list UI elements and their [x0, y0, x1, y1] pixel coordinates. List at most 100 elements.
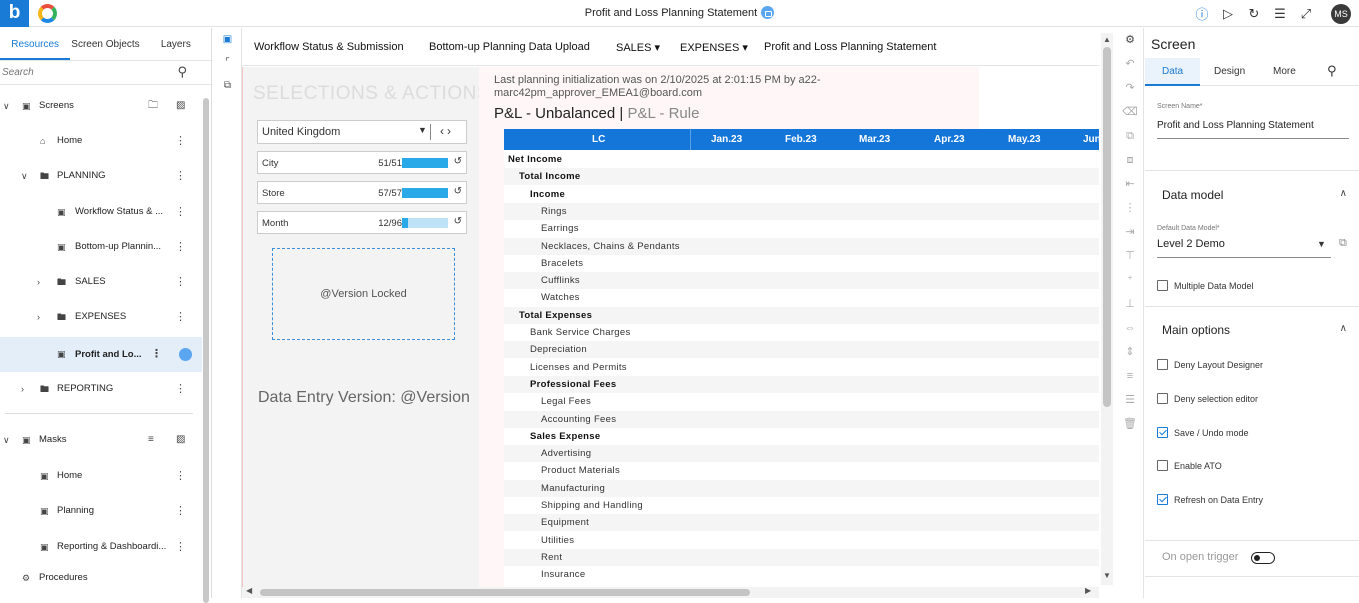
- chevron-up-icon[interactable]: ∧: [1340, 323, 1347, 334]
- data-model-header[interactable]: Data model: [1162, 188, 1223, 202]
- table-row[interactable]: Cufflinks: [504, 272, 1099, 290]
- search-icon[interactable]: ⚲: [177, 64, 187, 80]
- canvas-horizontal-scrollbar[interactable]: ◀ ▶: [242, 586, 1099, 598]
- screen-view-icon[interactable]: ▣: [213, 28, 242, 51]
- scroll-left-icon[interactable]: ◀: [246, 586, 252, 595]
- tree-item-workflow[interactable]: ▣ Workflow Status & ... ⋮: [0, 201, 202, 223]
- option-checkbox[interactable]: [1157, 494, 1168, 505]
- country-dropdown[interactable]: United Kingdom ▼ ‹›: [257, 120, 467, 144]
- table-row[interactable]: Net Income: [504, 151, 1099, 168]
- option-checkbox[interactable]: [1157, 460, 1168, 471]
- more-icon[interactable]: ⋮: [175, 236, 186, 258]
- table-row[interactable]: Professional Fees: [504, 375, 1099, 393]
- refresh-icon[interactable]: ↻: [1241, 6, 1267, 22]
- col-header[interactable]: LC: [592, 134, 605, 145]
- more-icon[interactable]: ⋮: [175, 271, 186, 293]
- tree-item-mask-home[interactable]: ▣ Home ⋮: [0, 465, 202, 487]
- eraser-icon[interactable]: ⌫: [1116, 100, 1144, 124]
- col-header[interactable]: Jan.23: [711, 134, 742, 145]
- table-row[interactable]: Licenses and Permits: [504, 358, 1099, 376]
- tree-item-mask-planning[interactable]: ▣ Planning ⋮: [0, 500, 202, 522]
- nav-pnl[interactable]: Profit and Loss Planning Statement: [764, 41, 936, 53]
- chevron-up-icon[interactable]: ∧: [1340, 188, 1347, 199]
- screen-name-input[interactable]: Profit and Loss Planning Statement: [1157, 120, 1314, 131]
- nav-sales[interactable]: SALES ▾: [616, 41, 660, 54]
- avatar[interactable]: MS: [1331, 3, 1351, 24]
- tree-item-home[interactable]: ⌂ Home ⋮: [0, 130, 202, 152]
- tab-layers[interactable]: Layers: [141, 28, 211, 60]
- table-row[interactable]: Product Materials: [504, 462, 1099, 480]
- undo-icon[interactable]: ↶: [1116, 52, 1144, 76]
- option-checkbox[interactable]: [1157, 359, 1168, 370]
- table-row[interactable]: Necklaces, Chains & Pendants: [504, 237, 1099, 255]
- expand-icon[interactable]: ⤢: [1293, 6, 1319, 22]
- pnl-data-grid[interactable]: LC Jan.23 Feb.23 Mar.23 Apr.23 May.23 Ju…: [504, 129, 1099, 587]
- app-logo-icon[interactable]: [38, 4, 57, 23]
- table-row[interactable]: Income: [504, 185, 1099, 203]
- reset-icon[interactable]: ↺: [454, 186, 462, 197]
- play-icon[interactable]: ▷: [1215, 6, 1241, 22]
- main-options-header[interactable]: Main options: [1162, 323, 1230, 337]
- more-icon[interactable]: ⋮: [175, 465, 186, 487]
- tree-item-expenses[interactable]: › 🖿 EXPENSES ⋮: [0, 306, 202, 328]
- multiple-dm-checkbox[interactable]: [1157, 280, 1168, 291]
- selector-month[interactable]: Month 12/96 ↺: [257, 211, 467, 234]
- properties-sliders-icon[interactable]: ⚙: [1116, 28, 1144, 52]
- table-row[interactable]: Depreciation: [504, 341, 1099, 359]
- board-logo[interactable]: b: [0, 0, 29, 27]
- tree-screens[interactable]: ∨ ▣ Screens 🗀 ▨: [0, 95, 202, 117]
- more-icon[interactable]: ⋮: [151, 337, 162, 372]
- table-row[interactable]: Rings: [504, 202, 1099, 220]
- table-row[interactable]: Legal Fees: [504, 393, 1099, 411]
- table-row[interactable]: Earrings: [504, 220, 1099, 238]
- settings-sliders-icon[interactable]: ≡: [148, 429, 154, 451]
- col-header[interactable]: Feb.23: [785, 134, 817, 145]
- tree-icon[interactable]: ☰: [1267, 6, 1293, 22]
- dropdown-arrow-icon[interactable]: ▼: [1317, 239, 1326, 249]
- more-icon[interactable]: ⋮: [175, 378, 186, 400]
- tree-item-reporting[interactable]: › 🖿 REPORTING ⋮: [0, 378, 202, 400]
- col-header[interactable]: Mar.23: [859, 134, 890, 145]
- list-icon[interactable]: ☰: [1116, 388, 1144, 412]
- more-icon[interactable]: ⋮: [175, 500, 186, 522]
- more-icon[interactable]: ⋮: [175, 536, 186, 558]
- chart-tool-icon[interactable]: ⌜: [213, 51, 242, 74]
- align-center-icon[interactable]: ⋮: [1116, 196, 1144, 220]
- align-middle-icon[interactable]: ⁺: [1116, 268, 1144, 292]
- chevron-right-icon[interactable]: ›: [21, 378, 24, 400]
- copy-tool-icon[interactable]: ⧉: [213, 74, 242, 97]
- col-header[interactable]: Apr.23: [934, 134, 965, 145]
- table-row[interactable]: Insurance: [504, 566, 1099, 584]
- align-right-icon[interactable]: ⇥: [1116, 220, 1144, 244]
- canvas-vertical-scrollbar[interactable]: ▲ ▼: [1101, 33, 1113, 585]
- scroll-down-icon[interactable]: ▼: [1103, 571, 1111, 580]
- chevron-down-icon[interactable]: ∨: [3, 429, 10, 451]
- tree-item-mask-reporting[interactable]: ▣ Reporting & Dashboardi... ⋮: [0, 536, 202, 558]
- reset-icon[interactable]: ↺: [454, 156, 462, 167]
- chevron-down-icon[interactable]: ∨: [3, 95, 10, 117]
- tree-masks[interactable]: ∨ ▣ Masks ≡ ▨: [0, 429, 202, 451]
- tree-item-planning[interactable]: ∨ 🖿 PLANNING ⋮: [0, 165, 202, 187]
- redo-icon[interactable]: ↷: [1116, 76, 1144, 100]
- tree-item-bottomup[interactable]: ▣ Bottom-up Plannin... ⋮: [0, 236, 202, 258]
- nav-expenses[interactable]: EXPENSES ▾: [680, 41, 748, 54]
- add-mask-icon[interactable]: ▨: [176, 429, 185, 451]
- search-input[interactable]: [0, 61, 160, 83]
- dropdown-arrow-icon[interactable]: ▼: [418, 125, 427, 135]
- table-row[interactable]: Bracelets: [504, 254, 1099, 272]
- tree-item-pnl[interactable]: ▣ Profit and Lo... ⋮: [0, 337, 202, 372]
- more-icon[interactable]: ⋮: [175, 201, 186, 223]
- nav-bottomup[interactable]: Bottom-up Planning Data Upload: [429, 41, 590, 53]
- align-bottom-icon[interactable]: ⊥: [1116, 292, 1144, 316]
- left-scrollbar[interactable]: [203, 98, 209, 603]
- on-open-trigger-toggle[interactable]: [1251, 552, 1275, 564]
- table-row[interactable]: Watches: [504, 289, 1099, 307]
- copy-icon[interactable]: ⧉: [1116, 124, 1144, 148]
- version-locked-label[interactable]: @Version Locked: [272, 248, 455, 340]
- table-row[interactable]: Shipping and Handling: [504, 497, 1099, 514]
- table-row[interactable]: Rent: [504, 548, 1099, 566]
- col-header[interactable]: May.23: [1008, 134, 1041, 145]
- reset-icon[interactable]: ↺: [454, 216, 462, 227]
- tab-design[interactable]: Design: [1214, 66, 1245, 77]
- align-top-icon[interactable]: ⊤: [1116, 244, 1144, 268]
